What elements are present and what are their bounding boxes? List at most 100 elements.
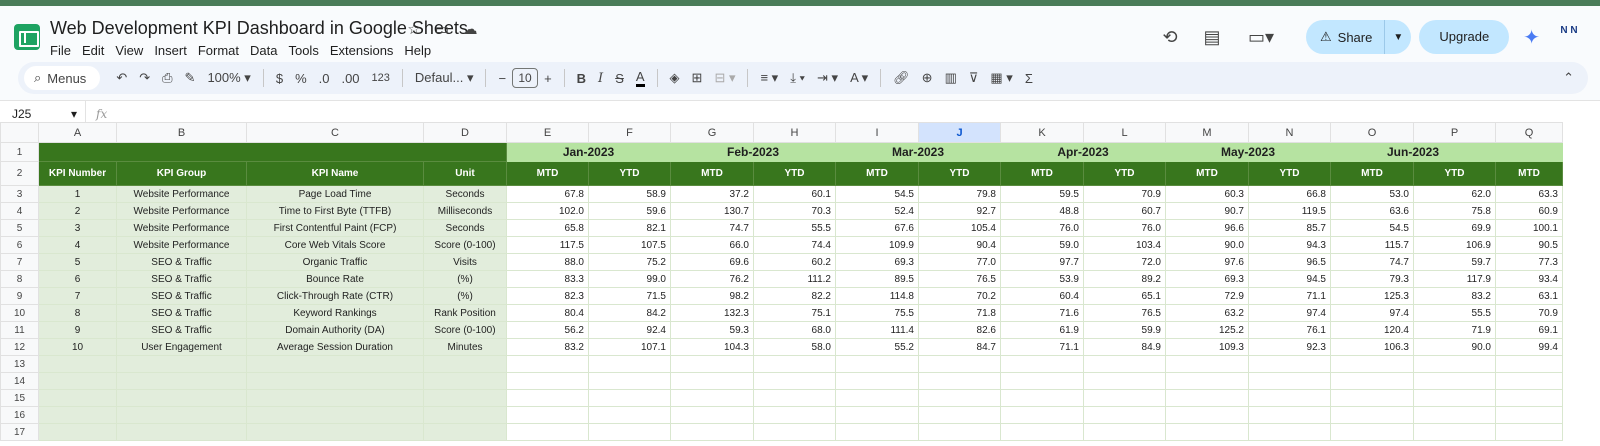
mtd-ytd-header[interactable]: YTD [918, 161, 1001, 186]
empty-cell[interactable] [588, 372, 671, 390]
empty-cell[interactable] [1165, 406, 1249, 424]
empty-cell[interactable] [1330, 355, 1414, 373]
value-cell[interactable]: 69.1 [1495, 321, 1563, 339]
empty-cell[interactable] [1330, 423, 1414, 441]
row-header-2[interactable]: 2 [0, 161, 39, 186]
fill-color-icon[interactable]: ◈ [670, 70, 680, 86]
value-cell[interactable]: 111.2 [753, 270, 836, 288]
value-cell[interactable]: 76.0 [1083, 219, 1166, 237]
empty-cell[interactable] [1165, 372, 1249, 390]
value-cell[interactable]: 107.1 [588, 338, 671, 356]
value-cell[interactable]: 82.2 [753, 287, 836, 305]
value-cell[interactable]: 80.4 [506, 304, 589, 322]
value-cell[interactable]: 89.5 [835, 270, 919, 288]
empty-cell[interactable] [670, 389, 754, 407]
empty-cell[interactable] [116, 389, 247, 407]
value-cell[interactable]: 56.2 [506, 321, 589, 339]
value-cell[interactable]: 60.7 [1083, 202, 1166, 220]
value-cell[interactable]: 94.5 [1248, 270, 1331, 288]
value-cell[interactable]: 102.0 [506, 202, 589, 220]
empty-cell[interactable] [670, 423, 754, 441]
value-cell[interactable]: 75.8 [1413, 202, 1496, 220]
empty-cell[interactable] [1330, 406, 1414, 424]
menus-search[interactable]: ⌕ Menus [24, 66, 101, 90]
empty-cell[interactable] [1165, 423, 1249, 441]
empty-cell[interactable] [1248, 355, 1331, 373]
value-cell[interactable]: 74.4 [753, 236, 836, 254]
mtd-ytd-header[interactable]: YTD [588, 161, 671, 186]
value-cell[interactable]: 76.1 [1248, 321, 1331, 339]
column-header-c[interactable]: C [246, 122, 424, 143]
value-cell[interactable]: 70.2 [918, 287, 1001, 305]
empty-cell[interactable] [1083, 389, 1166, 407]
kpi-group-cell[interactable]: Website Performance [116, 185, 247, 203]
value-cell[interactable]: 94.3 [1248, 236, 1331, 254]
empty-cell[interactable] [1248, 372, 1331, 390]
value-cell[interactable]: 79.8 [918, 185, 1001, 203]
value-cell[interactable]: 67.8 [506, 185, 589, 203]
empty-cell[interactable] [1248, 389, 1331, 407]
filter-views-icon[interactable]: ▦ ▾ [990, 70, 1012, 86]
column-header-m[interactable]: M [1165, 122, 1249, 143]
meet-icon[interactable]: ▭▾ [1244, 27, 1278, 48]
value-cell[interactable]: 90.7 [1165, 202, 1249, 220]
empty-cell[interactable] [918, 389, 1001, 407]
undo-icon[interactable]: ↶ [116, 70, 127, 86]
increase-decimal-button[interactable]: .00 [341, 71, 359, 86]
value-cell[interactable]: 37.2 [670, 185, 754, 203]
unit-cell[interactable]: Score (0-100) [423, 236, 507, 254]
column-header-e[interactable]: E [506, 122, 589, 143]
mtd-ytd-header[interactable]: MTD [670, 161, 754, 186]
empty-cell[interactable] [1083, 372, 1166, 390]
empty-cell[interactable] [38, 372, 117, 390]
value-cell[interactable]: 53.0 [1330, 185, 1414, 203]
menu-insert[interactable]: Insert [154, 43, 187, 58]
value-cell[interactable]: 106.9 [1413, 236, 1496, 254]
row-header[interactable]: 9 [0, 287, 39, 305]
mtd-ytd-header[interactable]: MTD [506, 161, 589, 186]
value-cell[interactable]: 72.0 [1083, 253, 1166, 271]
menu-extensions[interactable]: Extensions [330, 43, 394, 58]
kpi-number-cell[interactable]: 8 [38, 304, 117, 322]
value-cell[interactable]: 120.4 [1330, 321, 1414, 339]
empty-cell[interactable] [423, 406, 507, 424]
column-header-f[interactable]: F [588, 122, 671, 143]
value-cell[interactable]: 71.9 [1413, 321, 1496, 339]
value-cell[interactable]: 117.9 [1413, 270, 1496, 288]
value-cell[interactable]: 60.3 [1165, 185, 1249, 203]
cloud-status-icon[interactable]: ☁ [461, 20, 479, 38]
value-cell[interactable]: 89.2 [1083, 270, 1166, 288]
zoom-select[interactable]: 100% ▾ [207, 70, 250, 86]
column-header-a[interactable]: A [38, 122, 117, 143]
mtd-ytd-header[interactable]: YTD [1413, 161, 1496, 186]
row-header[interactable]: 5 [0, 219, 39, 237]
row-header[interactable]: 6 [0, 236, 39, 254]
value-cell[interactable]: 88.0 [506, 253, 589, 271]
row-header[interactable]: 16 [0, 406, 39, 424]
value-cell[interactable]: 97.4 [1248, 304, 1331, 322]
value-cell[interactable]: 96.5 [1248, 253, 1331, 271]
value-cell[interactable]: 105.4 [918, 219, 1001, 237]
value-cell[interactable]: 69.3 [1165, 270, 1249, 288]
empty-cell[interactable] [1083, 406, 1166, 424]
unit-cell[interactable]: (%) [423, 270, 507, 288]
empty-cell[interactable] [753, 406, 836, 424]
value-cell[interactable]: 62.0 [1413, 185, 1496, 203]
month-header[interactable]: Jun-2023 [1330, 142, 1496, 162]
empty-cell[interactable] [246, 355, 424, 373]
empty-cell[interactable] [246, 423, 424, 441]
text-rotation-icon[interactable]: A ▾ [850, 70, 868, 86]
kpi-group-cell[interactable]: SEO & Traffic [116, 321, 247, 339]
empty-cell[interactable] [506, 406, 589, 424]
value-cell[interactable]: 107.5 [588, 236, 671, 254]
value-cell[interactable]: 114.8 [835, 287, 919, 305]
value-cell[interactable]: 90.4 [918, 236, 1001, 254]
star-icon[interactable]: ☆ [405, 20, 423, 38]
value-cell[interactable]: 97.4 [1330, 304, 1414, 322]
mtd-ytd-header[interactable]: MTD [1330, 161, 1414, 186]
kpi-number-cell[interactable]: 10 [38, 338, 117, 356]
month-header[interactable]: Jan-2023 [506, 142, 671, 162]
horizontal-align-icon[interactable]: ≡ ▾ [760, 70, 778, 86]
header-blank-cell[interactable] [38, 142, 507, 162]
value-cell[interactable]: 60.2 [753, 253, 836, 271]
